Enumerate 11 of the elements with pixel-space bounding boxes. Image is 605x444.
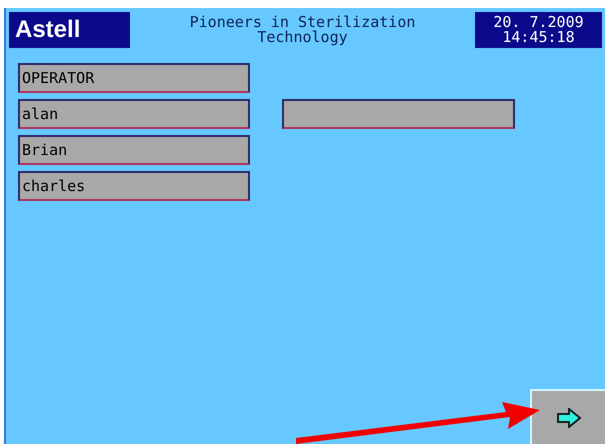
tagline: Pioneers in Sterilization [190,15,416,30]
clock-display: 20. 7.2009 14:45:18 [475,12,602,48]
right-arrow-icon [556,408,582,428]
operator-button[interactable]: Brian [18,135,250,165]
password-field[interactable] [282,99,515,129]
operator-button[interactable]: OPERATOR [18,63,250,93]
operator-button[interactable]: alan [18,99,250,129]
tagline: Technology [257,30,348,45]
operator-button[interactable]: charles [18,171,250,201]
logo: Astell [9,12,130,48]
next-button[interactable] [530,389,605,444]
